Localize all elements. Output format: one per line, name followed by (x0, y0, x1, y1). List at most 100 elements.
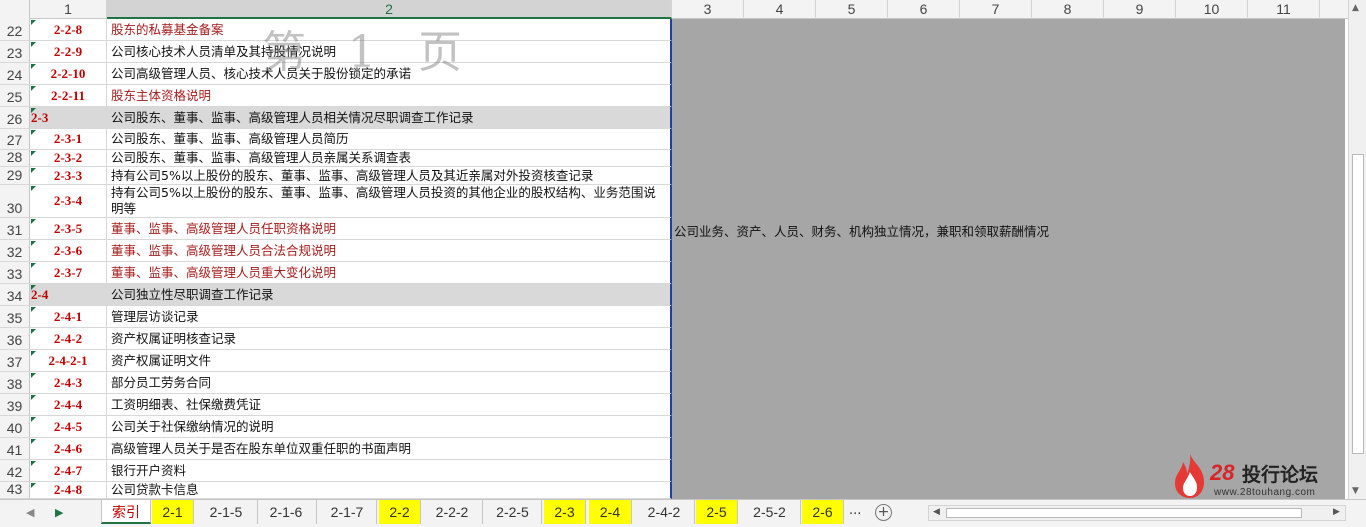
row-number[interactable]: 31 (0, 218, 30, 240)
column-header-10[interactable]: 10 (1176, 0, 1248, 19)
sheet-tab[interactable]: 2-2-5 (484, 500, 542, 524)
description-cell[interactable]: 公司股东、董事、监事、高级管理人员简历 (107, 129, 672, 150)
row-number[interactable]: 24 (0, 63, 30, 85)
sheet-tab[interactable]: 2-5 (696, 500, 738, 524)
code-cell[interactable]: 2-4-5 (30, 416, 107, 438)
column-header-6[interactable]: 6 (888, 0, 960, 19)
description-cell[interactable]: 持有公司5%以上股份的股东、董事、监事、高级管理人员投资的其他企业的股权结构、业… (107, 185, 672, 218)
code-cell[interactable]: 2-4-6 (30, 438, 107, 460)
code-cell[interactable]: 2-3-4 (30, 185, 107, 218)
row-number[interactable]: 23 (0, 41, 30, 63)
row-number[interactable]: 28 (0, 149, 30, 167)
code-cell[interactable]: 2-2-10 (30, 63, 107, 85)
description-cell[interactable]: 董事、监事、高级管理人员合法合规说明 (107, 240, 672, 262)
row-number[interactable]: 36 (0, 328, 30, 350)
column-header-11[interactable]: 11 (1248, 0, 1320, 19)
plus-circle-icon[interactable]: + (875, 504, 892, 521)
scroll-right-icon[interactable]: ▶ (1333, 507, 1340, 517)
select-all-corner[interactable] (0, 0, 30, 19)
row-number[interactable]: 33 (0, 262, 30, 284)
row-number[interactable]: 26 (0, 107, 30, 129)
code-cell[interactable]: 2-4-7 (30, 460, 107, 482)
code-cell[interactable]: 2-3-3 (30, 167, 107, 185)
description-cell[interactable]: 银行开户资料 (107, 460, 672, 482)
sheet-tab[interactable]: 2-4 (589, 500, 632, 524)
code-cell[interactable]: 2-3 (30, 107, 107, 129)
code-cell[interactable]: 2-4-8 (30, 482, 107, 499)
description-cell[interactable]: 部分员工劳务合同 (107, 372, 672, 394)
description-cell[interactable]: 高级管理人员关于是否在股东单位双重任职的书面声明 (107, 438, 672, 460)
row-number[interactable]: 30 (0, 185, 30, 218)
row-number[interactable]: 25 (0, 85, 30, 107)
row-number[interactable]: 27 (0, 129, 30, 150)
sheet-tab[interactable]: 2-6 (802, 500, 844, 524)
code-cell[interactable]: 2-4-2 (30, 328, 107, 350)
sheet-tab[interactable]: 2-1-5 (195, 500, 258, 524)
description-cell[interactable]: 持有公司5%以上股份的股东、董事、监事、高级管理人员及其近亲属对外投资核查记录 (107, 167, 672, 185)
scroll-left-icon[interactable]: ◀ (933, 507, 940, 517)
column-header-1[interactable]: 1 (30, 0, 107, 19)
column-header-8[interactable]: 8 (1032, 0, 1104, 19)
row-number[interactable]: 38 (0, 372, 30, 394)
column-header-9[interactable]: 9 (1104, 0, 1176, 19)
row-number[interactable]: 39 (0, 394, 30, 416)
sheet-tab[interactable]: 2-2 (379, 500, 421, 524)
row-number[interactable]: 41 (0, 438, 30, 460)
row-number[interactable]: 42 (0, 460, 30, 482)
description-cell[interactable]: 资产权属证明核查记录 (107, 328, 672, 350)
column-header-5[interactable]: 5 (816, 0, 888, 19)
description-cell[interactable]: 工资明细表、社保缴费凭证 (107, 394, 672, 416)
sheet-tab[interactable]: 2-1-7 (318, 500, 377, 524)
row-number[interactable]: 34 (0, 284, 30, 306)
description-cell[interactable]: 公司关于社保缴纳情况的说明 (107, 416, 672, 438)
vertical-scroll-thumb[interactable] (1352, 154, 1364, 454)
row-number[interactable]: 35 (0, 306, 30, 328)
row-number[interactable]: 22 (0, 19, 30, 41)
description-cell[interactable]: 资产权属证明文件 (107, 350, 672, 372)
description-cell[interactable]: 公司贷款卡信息 (107, 482, 672, 499)
scroll-down-icon[interactable]: ▼ (1352, 486, 1359, 496)
description-cell[interactable]: 股东主体资格说明 (107, 85, 672, 107)
sheet-tab[interactable]: 2-1-6 (256, 500, 317, 524)
sheet-tab[interactable]: 2-5-2 (739, 500, 801, 524)
sheet-tab[interactable]: 2-1 (152, 500, 194, 524)
code-cell[interactable]: 2-4-2-1 (30, 350, 107, 372)
row-number[interactable]: 43 (0, 481, 30, 499)
row-number[interactable]: 40 (0, 416, 30, 438)
code-cell[interactable]: 2-4 (30, 284, 107, 306)
code-cell[interactable]: 2-4-1 (30, 306, 107, 328)
column-header-7[interactable]: 7 (960, 0, 1032, 19)
code-cell[interactable]: 2-3-1 (30, 129, 107, 150)
gray-area-note[interactable]: 公司业务、资产、人员、财务、机构独立情况，兼职和领取薪酬情况 (674, 221, 1049, 240)
description-cell[interactable]: 董事、监事、高级管理人员重大变化说明 (107, 262, 672, 284)
sheet-tab[interactable]: 2-4-2 (634, 500, 695, 524)
column-header-3[interactable]: 3 (672, 0, 744, 19)
code-cell[interactable]: 2-3-2 (30, 150, 107, 167)
sheet-tab[interactable]: 2-2-2 (422, 500, 483, 524)
description-cell[interactable]: 公司股东、董事、监事、高级管理人员亲属关系调查表 (107, 150, 672, 167)
sheet-tab[interactable]: 2-3 (544, 500, 586, 524)
description-cell[interactable]: 董事、监事、高级管理人员任职资格说明 (107, 218, 672, 240)
code-cell[interactable]: 2-4-3 (30, 372, 107, 394)
triangle-right-icon[interactable]: ▶ (55, 506, 63, 519)
triangle-left-icon[interactable]: ◀ (26, 506, 34, 519)
row-number[interactable]: 37 (0, 350, 30, 372)
code-cell[interactable]: 2-3-6 (30, 240, 107, 262)
row-number[interactable]: 32 (0, 240, 30, 262)
horizontal-scrollbar[interactable]: ◀ ▶ (928, 505, 1346, 521)
row-number[interactable]: 29 (0, 167, 30, 185)
description-cell[interactable]: 公司独立性尽职调查工作记录 (107, 284, 672, 306)
code-cell[interactable]: 2-2-11 (30, 85, 107, 107)
vertical-scrollbar[interactable]: ▲ ▼ (1348, 0, 1366, 499)
description-cell[interactable]: 公司股东、董事、监事、高级管理人员相关情况尽职调查工作记录 (107, 107, 672, 129)
more-tabs-button[interactable]: ... (849, 503, 861, 518)
code-cell[interactable]: 2-2-9 (30, 41, 107, 63)
description-cell[interactable]: 管理层访谈记录 (107, 306, 672, 328)
sheet-tab[interactable]: 索引 (101, 500, 151, 524)
code-cell[interactable]: 2-3-7 (30, 262, 107, 284)
column-header-4[interactable]: 4 (744, 0, 816, 19)
scroll-up-icon[interactable]: ▲ (1352, 3, 1359, 13)
code-cell[interactable]: 2-4-4 (30, 394, 107, 416)
code-cell[interactable]: 2-3-5 (30, 218, 107, 240)
code-cell[interactable]: 2-2-8 (30, 19, 107, 41)
